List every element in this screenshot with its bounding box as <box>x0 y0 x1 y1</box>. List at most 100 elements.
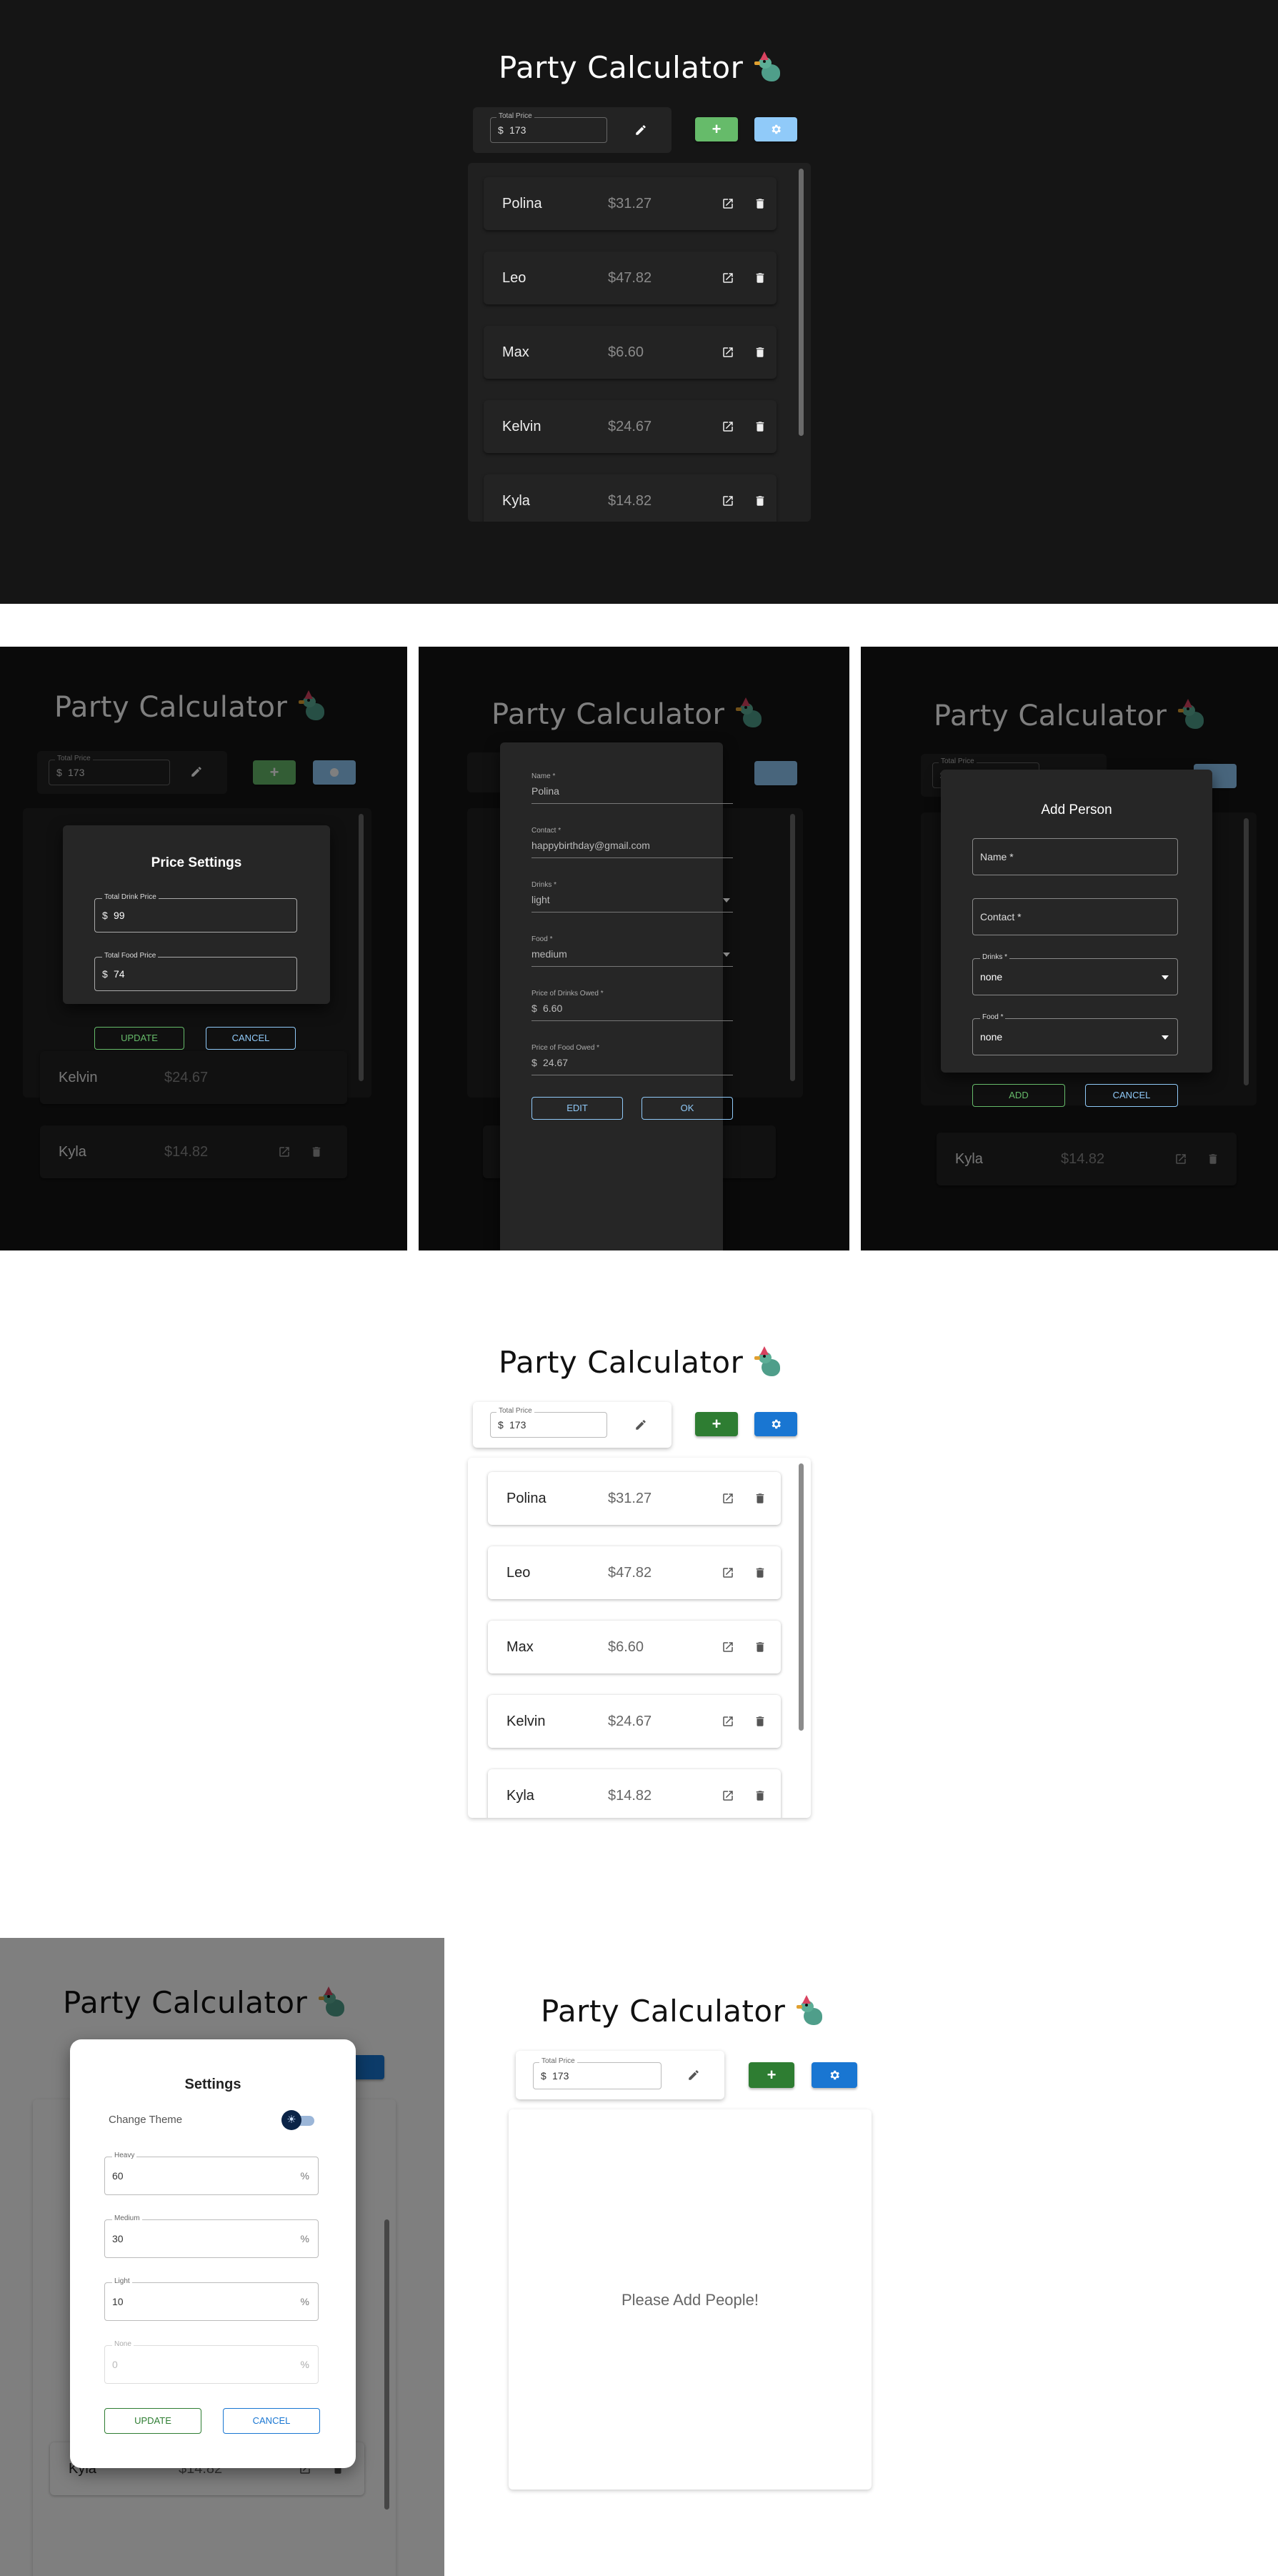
party-bird-icon <box>797 1994 825 2028</box>
light-main-view: Party Calculator Total Price $ 173 + Pol… <box>0 1293 1278 1836</box>
price-settings-view: Party Calculator Total Price$173 + Kelvi… <box>0 647 407 1250</box>
open-in-new-icon[interactable] <box>722 1789 734 1802</box>
pencil-icon[interactable] <box>634 124 647 136</box>
list-item: Max $6.60 <box>488 1621 781 1674</box>
total-price-field[interactable]: Total Price $ 173 <box>490 112 607 143</box>
delete-icon[interactable] <box>754 197 767 210</box>
person-detail-view: Party Calculator Kyla$14.82 Name * Polin… <box>419 647 849 1250</box>
delete-icon[interactable] <box>754 1789 767 1802</box>
list-item: Kyla$14.82 <box>488 1769 781 1818</box>
total-price-panel: Total Price $ 173 <box>473 1402 672 1448</box>
pencil-icon[interactable] <box>634 1418 647 1431</box>
delete-icon[interactable] <box>754 346 767 359</box>
price-settings-dialog: Price Settings Total Drink Price $ 99 To… <box>63 825 330 1050</box>
empty-state-view: Party Calculator Total Price $ 173 + Ple… <box>444 1938 1278 2576</box>
food-select[interactable]: Food * medium <box>531 935 733 967</box>
dark-main-view: Party Calculator Total Price $ 173 + Pol… <box>0 0 1278 604</box>
open-in-new-icon[interactable] <box>722 494 734 507</box>
contact-field[interactable]: Contact * happybirthday@gmail.com <box>531 827 733 858</box>
settings-button[interactable] <box>754 117 797 141</box>
light-input[interactable]: Light 10 % <box>104 2277 319 2321</box>
open-in-new-icon[interactable] <box>722 1566 734 1579</box>
heavy-input[interactable]: Heavy 60 % <box>104 2152 319 2195</box>
total-drink-price-field[interactable]: Total Drink Price $ 99 <box>94 893 297 933</box>
people-list: Please Add People! <box>509 2109 872 2490</box>
name-field[interactable]: Name * Polina <box>531 772 733 804</box>
settings-button[interactable] <box>754 1412 797 1436</box>
open-in-new-icon[interactable] <box>722 1715 734 1728</box>
add-person-button[interactable]: + <box>695 117 738 141</box>
total-price-field[interactable]: Total Price $ 173 <box>533 2057 662 2089</box>
party-bird-icon <box>754 1346 783 1379</box>
delete-icon[interactable] <box>754 1641 767 1653</box>
add-button[interactable]: ADD <box>972 1084 1065 1107</box>
add-person-button[interactable]: + <box>749 2062 794 2088</box>
edit-button[interactable]: EDIT <box>531 1097 623 1120</box>
ok-button[interactable]: OK <box>642 1097 733 1120</box>
open-in-new-icon[interactable] <box>722 1641 734 1653</box>
open-in-new-icon[interactable] <box>722 1492 734 1505</box>
theme-toggle[interactable]: ☀ <box>281 2110 316 2130</box>
person-detail-dialog: Name * Polina Contact * happybirthday@gm… <box>500 742 733 1250</box>
delete-icon[interactable] <box>754 1715 767 1728</box>
open-in-new-icon[interactable] <box>722 420 734 433</box>
update-button[interactable]: UPDATE <box>94 1027 184 1050</box>
name-input[interactable]: Name * <box>972 838 1178 875</box>
list-item: Kelvin$24.67 <box>484 400 777 453</box>
sun-icon: ☀ <box>281 2110 301 2130</box>
open-in-new-icon[interactable] <box>722 272 734 284</box>
dialog-title: Settings <box>184 2077 241 2092</box>
cancel-button[interactable]: CANCEL <box>223 2408 320 2434</box>
settings-dialog: Settings Change Theme ☀ Heavy 60 % Mediu… <box>70 2039 356 2468</box>
delete-icon[interactable] <box>754 1492 767 1505</box>
dialog-title: Add Person <box>1041 802 1112 817</box>
chevron-down-icon <box>1162 1035 1169 1040</box>
app-title: Party Calculator <box>499 1345 783 1380</box>
delete-icon[interactable] <box>754 272 767 284</box>
contact-input[interactable]: Contact * <box>972 898 1178 935</box>
update-button[interactable]: UPDATE <box>104 2408 201 2434</box>
drinks-select[interactable]: Drinks * light <box>531 881 733 912</box>
empty-message: Please Add People! <box>621 2291 759 2309</box>
total-food-price-field[interactable]: Total Food Price $ 74 <box>94 952 297 991</box>
scrollbar[interactable] <box>799 169 804 436</box>
add-person-button[interactable]: + <box>695 1412 738 1436</box>
open-in-new-icon[interactable] <box>722 346 734 359</box>
list-item: Max $6.60 <box>484 326 777 379</box>
add-person-dialog: Add Person Name * Contact * Drinks * non… <box>941 770 1212 1073</box>
list-item: Leo $47.82 <box>488 1546 781 1599</box>
food-owed-field[interactable]: Price of Food Owed * $ 24.67 <box>531 1044 733 1075</box>
add-person-view: Party Calculator Total Price$ Kyla$14.82… <box>861 647 1278 1250</box>
people-list[interactable]: Polina $31.27 Leo $47.82 Max $6.60 Kelvin $2… <box>468 1458 811 1818</box>
list-item: Kyla$14.82 <box>484 474 777 522</box>
people-list[interactable]: Polina $31.27 Leo $47.82 Max $6.60 Kelvin $2… <box>468 163 811 522</box>
cancel-button[interactable]: CANCEL <box>206 1027 296 1050</box>
scrollbar[interactable] <box>799 1463 804 1731</box>
cancel-button[interactable]: CANCEL <box>1085 1084 1178 1107</box>
list-item: Polina $31.27 <box>484 177 777 230</box>
delete-icon[interactable] <box>754 420 767 433</box>
gear-icon <box>772 1419 781 1429</box>
total-price-panel: Total Price $ 173 <box>473 107 672 153</box>
open-in-new-icon[interactable] <box>722 197 734 210</box>
medium-input[interactable]: Medium 30 % <box>104 2214 319 2258</box>
none-input[interactable]: None 0 % <box>104 2340 319 2384</box>
app-title: Party Calculator <box>499 50 783 85</box>
chevron-down-icon <box>723 898 730 902</box>
delete-icon[interactable] <box>754 1566 767 1579</box>
drinks-select[interactable]: Drinks * none <box>972 953 1178 995</box>
chevron-down-icon <box>1162 975 1169 980</box>
delete-icon[interactable] <box>754 494 767 507</box>
gear-icon <box>830 2070 839 2080</box>
food-select[interactable]: Food * none <box>972 1013 1178 1055</box>
list-item: Polina $31.27 <box>488 1472 781 1525</box>
party-bird-icon <box>754 51 783 84</box>
app-title: Party Calculator <box>541 1994 825 2029</box>
pencil-icon[interactable] <box>687 2069 700 2082</box>
change-theme-label: Change Theme <box>109 2114 183 2126</box>
settings-view: Party Calculator Kyla$14.82 Settings Cha… <box>0 1938 444 2576</box>
gear-icon <box>772 124 781 134</box>
total-price-field[interactable]: Total Price $ 173 <box>490 1407 607 1438</box>
settings-button[interactable] <box>812 2062 857 2088</box>
drinks-owed-field[interactable]: Price of Drinks Owed * $ 6.60 <box>531 990 733 1021</box>
